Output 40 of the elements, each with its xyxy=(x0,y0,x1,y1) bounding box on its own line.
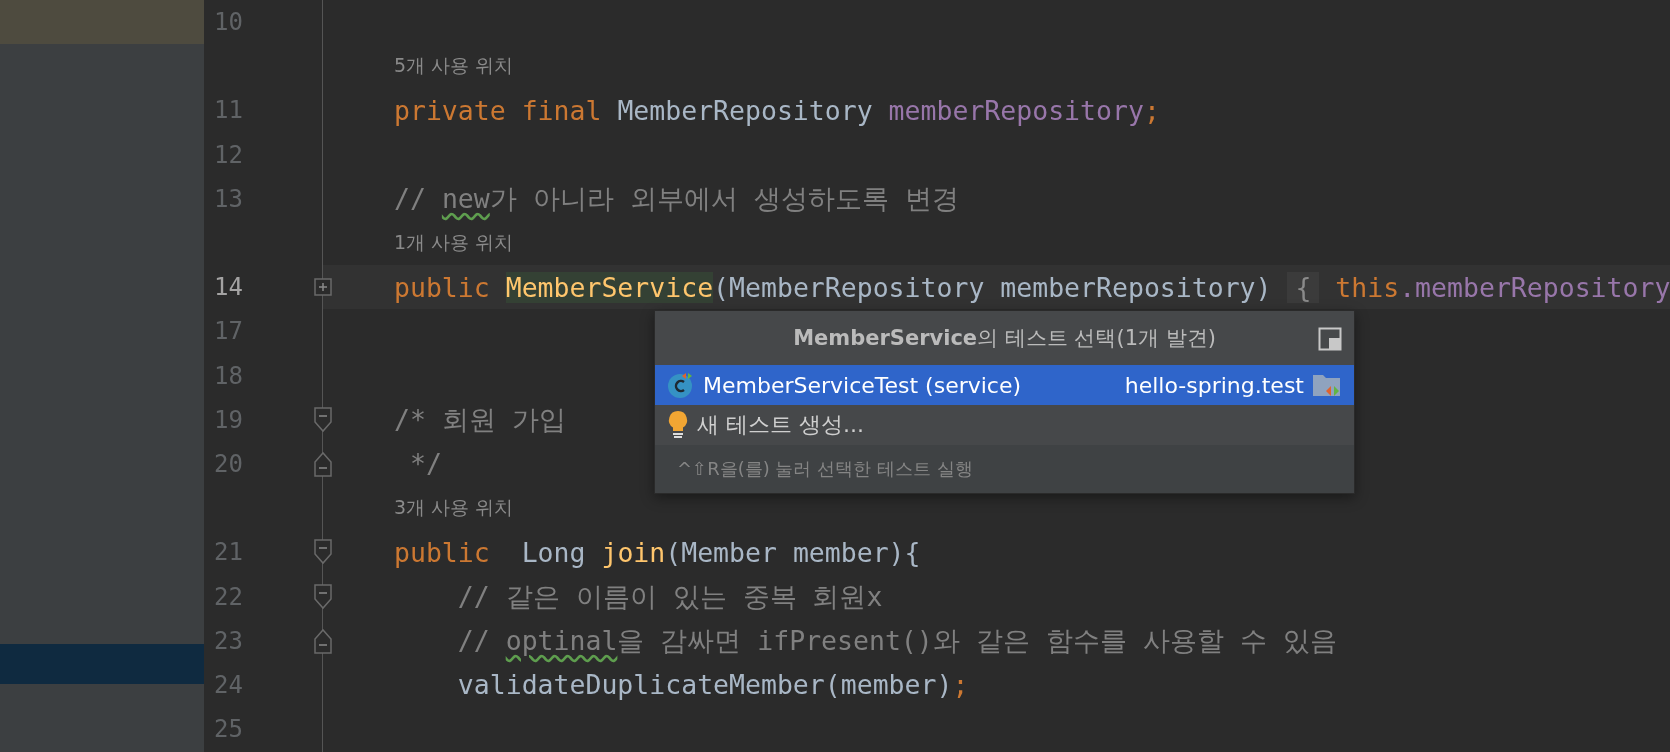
line-number: 25 xyxy=(213,715,244,744)
line-number: 21 xyxy=(213,538,244,567)
collapse-fold-icon[interactable] xyxy=(314,450,332,477)
test-folder-icon xyxy=(1312,372,1342,398)
collapse-fold-icon[interactable] xyxy=(314,627,332,654)
line-number: 13 xyxy=(213,184,244,213)
line-number: 11 xyxy=(213,96,244,125)
code-line: /* 회원 가입 xyxy=(394,402,566,437)
usages-hint[interactable]: 5개 사용 위치 xyxy=(394,53,514,80)
line-number: 17 xyxy=(213,317,244,346)
line-number: 22 xyxy=(213,582,244,611)
expand-fold-icon[interactable] xyxy=(314,278,332,297)
code-line: */ xyxy=(408,448,442,480)
code-line: validateDuplicateMember(member); xyxy=(456,669,969,701)
popup-list-item[interactable]: MemberServiceTest (service) hello-spring.test xyxy=(655,365,1354,405)
code-line: public Long join(Member member){ xyxy=(394,536,921,568)
popup-title: MemberService의 테스트 선택(1개 발견) xyxy=(793,325,1216,352)
code-line: // optinal을 감싸면 ifPresent()와 같은 함수를 사용할 수 있음 xyxy=(456,623,1337,658)
code-line: // new가 아니라 외부에서 생성하도록 변경 xyxy=(394,181,959,216)
line-number: 10 xyxy=(213,8,244,37)
line-number: 12 xyxy=(213,140,244,169)
line-number: 24 xyxy=(213,670,244,699)
code-line: // 같은 이름이 있는 중복 회원x xyxy=(456,579,883,614)
popup-hint: ^⇧R을(를) 눌러 선택한 테스트 실행 xyxy=(677,457,973,481)
test-class-icon xyxy=(667,371,695,399)
code-line: private final MemberRepository memberRepository; xyxy=(394,94,1160,126)
line-number: 14 xyxy=(213,273,244,302)
collapse-fold-icon[interactable] xyxy=(314,583,332,610)
restore-window-icon[interactable] xyxy=(1318,327,1342,351)
line-number: 18 xyxy=(213,361,244,390)
collapse-fold-icon[interactable] xyxy=(314,539,332,566)
usages-hint[interactable]: 3개 사용 위치 xyxy=(394,495,514,522)
collapse-fold-icon[interactable] xyxy=(314,406,332,433)
lightbulb-icon xyxy=(667,410,689,440)
code-line: public MemberService(MemberRepository memberRepository) { this.memberRepository xyxy=(394,271,1670,303)
line-number: 23 xyxy=(213,626,244,655)
line-number: 20 xyxy=(213,449,244,478)
popup-list-item[interactable]: 새 테스트 생성... xyxy=(655,405,1354,445)
usages-hint[interactable]: 1개 사용 위치 xyxy=(394,230,514,257)
line-number: 19 xyxy=(213,405,244,434)
